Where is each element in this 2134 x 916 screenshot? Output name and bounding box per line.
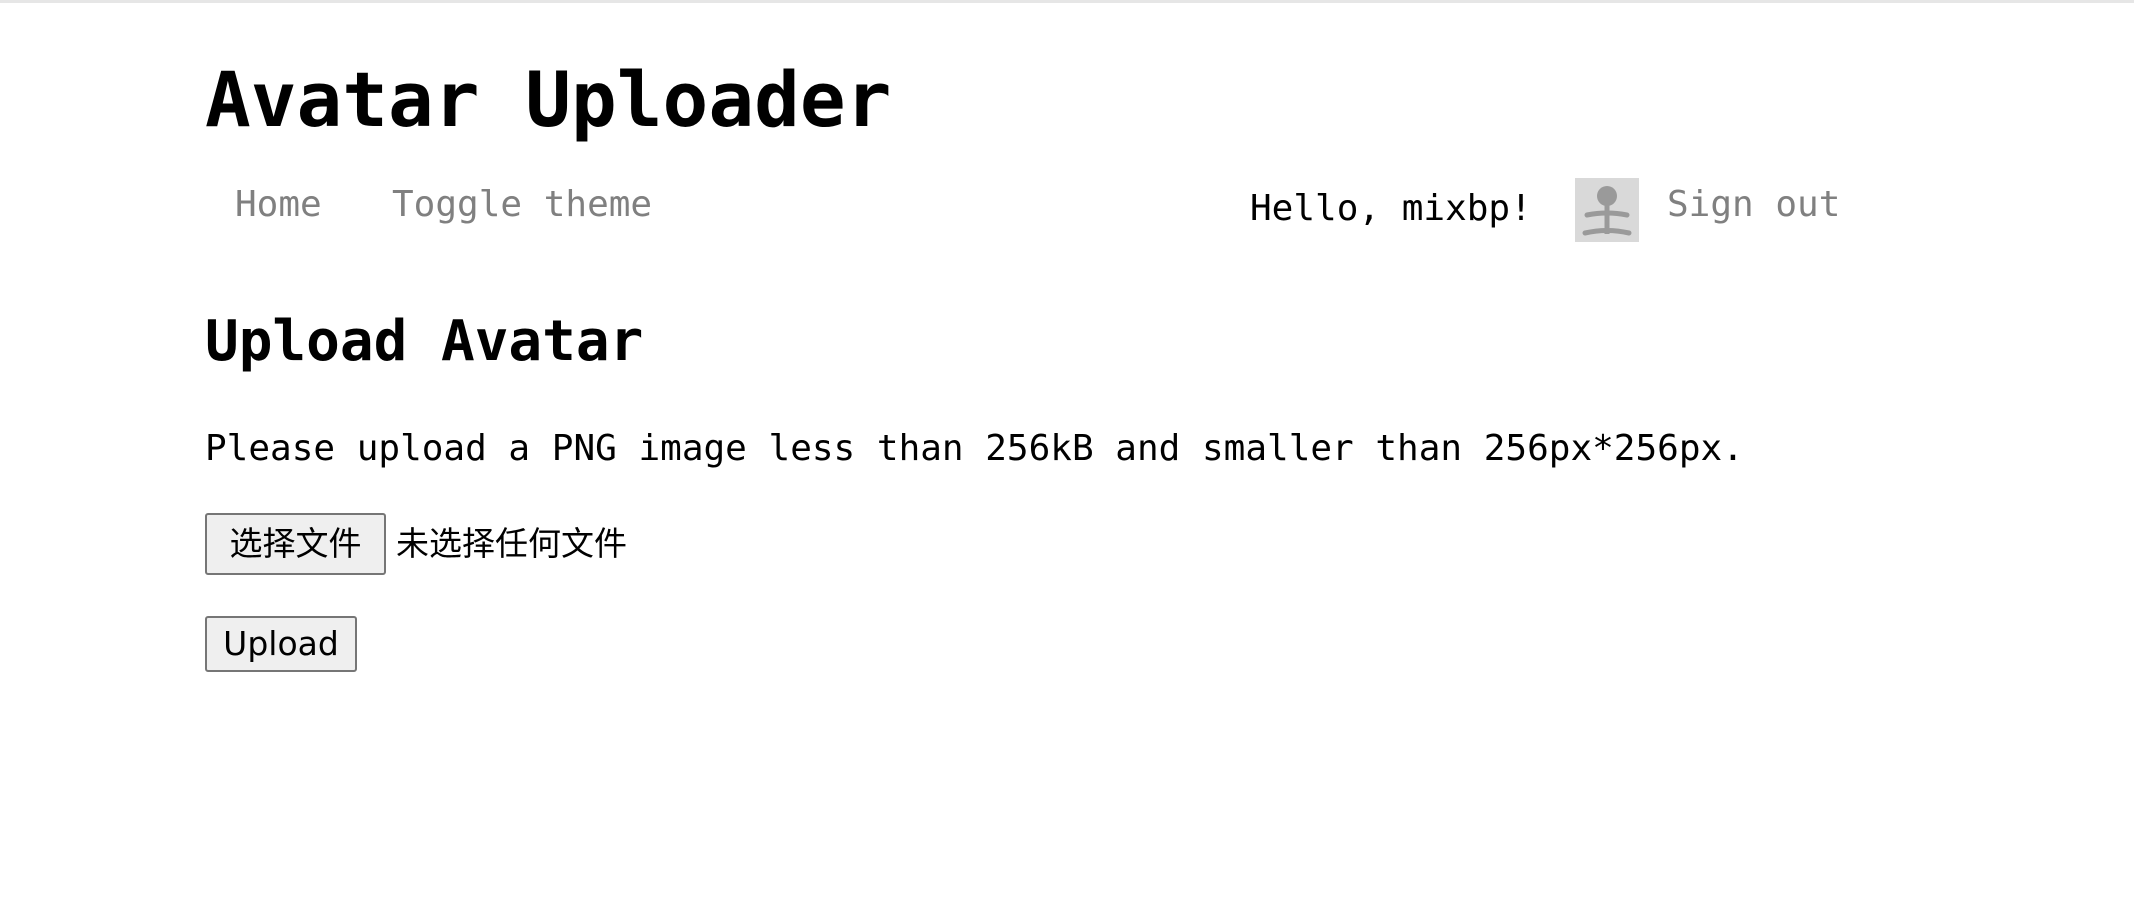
upload-button[interactable]: Upload [205,616,357,672]
nav-bar: Home Toggle theme Hello, mixbp! Sign out [205,175,1855,245]
choose-file-button[interactable]: 选择文件 [205,513,386,575]
top-border [0,0,2134,8]
sign-out-link[interactable]: Sign out [1667,175,1840,235]
nav-home-link[interactable]: Home [235,175,322,235]
upload-instructions: Please upload a PNG image less than 256k… [205,428,1744,469]
nav-toggle-theme-link[interactable]: Toggle theme [392,175,652,235]
user-greeting: Hello, mixbp! [1250,188,1532,229]
user-avatar[interactable] [1575,178,1639,242]
upload-avatar-heading: Upload Avatar [205,309,644,374]
default-avatar-icon [1582,186,1632,236]
file-status-text: 未选择任何文件 [396,524,627,563]
site-title: Avatar Uploader [205,55,892,144]
